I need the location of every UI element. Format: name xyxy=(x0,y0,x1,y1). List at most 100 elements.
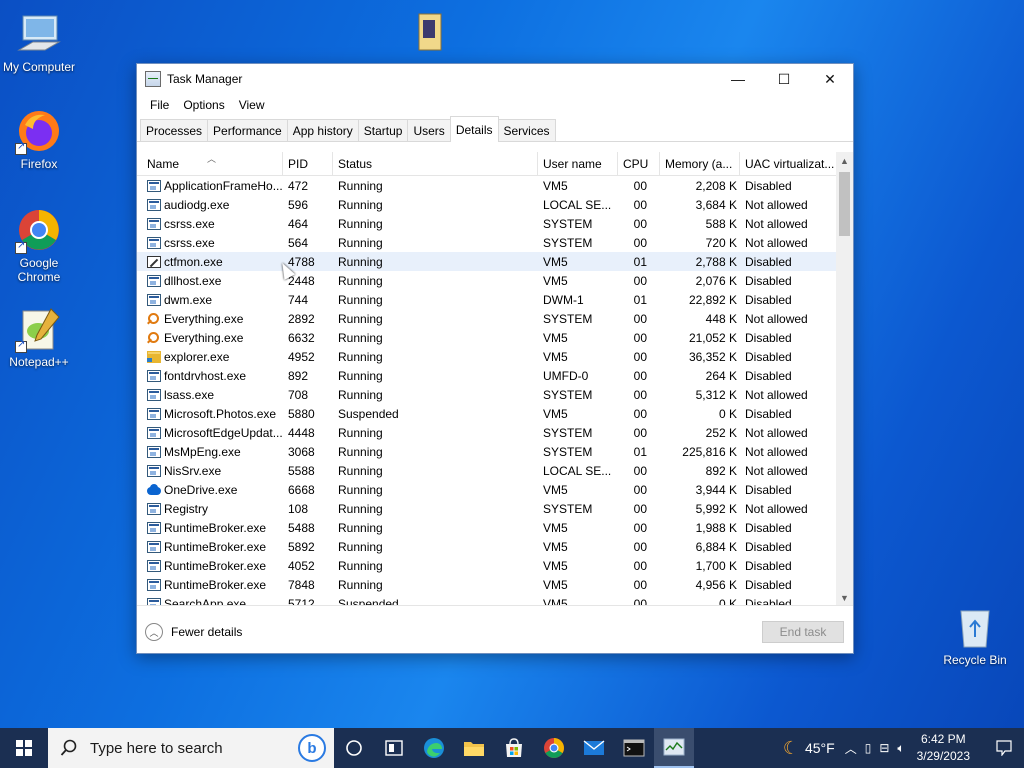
table-row[interactable]: Microsoft.Photos.exe 5880 Suspended VM5 00 0 … xyxy=(137,404,853,423)
process-cpu: 00 xyxy=(633,539,647,554)
process-uac: Not allowed xyxy=(745,501,808,516)
table-row[interactable]: RuntimeBroker.exe 5488 Running VM5 00 1,988 K… xyxy=(137,518,853,537)
moon-icon: ☾ xyxy=(782,737,799,758)
close-button[interactable]: ✕ xyxy=(807,64,853,94)
recycle-bin-icon xyxy=(951,603,999,651)
table-row[interactable]: explorer.exe 4952 Running VM5 00 36,352 K Disa… xyxy=(137,347,853,366)
process-pid: 4952 xyxy=(288,349,315,364)
process-status: Running xyxy=(338,501,383,516)
table-row[interactable]: RuntimeBroker.exe 5892 Running VM5 00 6,884 K… xyxy=(137,537,853,556)
process-memory: 892 K xyxy=(705,463,737,478)
notification-icon[interactable] xyxy=(984,728,1024,768)
process-uac: Disabled xyxy=(745,558,792,573)
menu-options[interactable]: Options xyxy=(176,98,231,112)
tablet-icon[interactable]: ▯ xyxy=(865,741,872,755)
tab-users[interactable]: Users xyxy=(407,119,451,141)
scroll-thumb[interactable] xyxy=(839,172,850,236)
tab-details[interactable]: Details xyxy=(449,116,499,142)
column-header-uac[interactable]: UAC virtualizat... xyxy=(740,152,835,175)
vertical-scrollbar[interactable]: ▲ ▼ xyxy=(836,152,853,605)
minimize-button[interactable]: — xyxy=(715,64,761,94)
bing-button[interactable]: b xyxy=(298,734,326,762)
mail-icon[interactable] xyxy=(574,728,614,768)
process-memory: 6,884 K xyxy=(695,539,737,554)
table-row[interactable]: audiodg.exe 596 Running LOCAL SE... 00 3,684 … xyxy=(137,195,853,214)
table-row[interactable]: ctfmon.exe 4788 Running VM5 01 2,788 K Disable… xyxy=(137,252,853,271)
desktop-icon-notepadpp[interactable]: Notepad++ xyxy=(1,305,77,369)
column-header-memory[interactable]: Memory (a... xyxy=(660,152,740,175)
clock[interactable]: 6:42 PM 3/29/2023 xyxy=(917,731,970,765)
widgets-icon[interactable] xyxy=(374,728,414,768)
desktop-icon-recycle-bin[interactable]: Recycle Bin xyxy=(937,603,1013,667)
desktop-icon-my-computer[interactable]: My Computer xyxy=(1,10,77,74)
process-uac: Disabled xyxy=(745,330,792,345)
file-explorer-icon[interactable] xyxy=(454,728,494,768)
tab-startup[interactable]: Startup xyxy=(357,119,409,141)
process-user: DWM-1 xyxy=(543,292,584,307)
table-row[interactable]: fontdrvhost.exe 892 Running UMFD-0 00 264 K Di… xyxy=(137,366,853,385)
tab-app-history[interactable]: App history xyxy=(286,119,359,141)
process-pid: 6668 xyxy=(288,482,315,497)
tab-services[interactable]: Services xyxy=(497,119,556,141)
store-icon[interactable] xyxy=(494,728,534,768)
chevron-up-icon[interactable]: ︿ xyxy=(845,740,857,757)
table-row[interactable]: MsMpEng.exe 3068 Running SYSTEM 01 225,816 K N… xyxy=(137,442,853,461)
table-row[interactable]: SearchApp.exe 5712 Suspended VM5 00 0 K Disabl… xyxy=(137,594,853,606)
desktop-icon-firefox[interactable]: Firefox xyxy=(1,107,77,171)
desktop-icon-file[interactable] xyxy=(391,10,467,60)
table-row[interactable]: NisSrv.exe 5588 Running LOCAL SE... 00 892 K N… xyxy=(137,461,853,480)
fewer-details-button[interactable]: ︿ Fewer details xyxy=(145,623,242,641)
edge-icon[interactable] xyxy=(414,728,454,768)
table-row[interactable]: csrss.exe 464 Running SYSTEM 00 588 K Not allo… xyxy=(137,214,853,233)
table-row[interactable]: Registry 108 Running SYSTEM 00 5,992 K Not all… xyxy=(137,499,853,518)
table-row[interactable]: ApplicationFrameHo... 472 Running VM5 00 2,20… xyxy=(137,176,853,195)
process-uac: Not allowed xyxy=(745,197,808,212)
window-icon xyxy=(147,407,161,420)
process-pid: 108 xyxy=(288,501,309,516)
process-status: Running xyxy=(338,292,383,307)
table-row[interactable]: Everything.exe 6632 Running VM5 00 21,052 K Di… xyxy=(137,328,853,347)
network-icon[interactable]: ⊟ xyxy=(879,741,889,755)
process-status: Suspended xyxy=(338,596,399,606)
table-row[interactable]: RuntimeBroker.exe 7848 Running VM5 00 4,956 K… xyxy=(137,575,853,594)
title-bar[interactable]: Task Manager — ☐ ✕ xyxy=(137,64,853,94)
tab-performance[interactable]: Performance xyxy=(207,119,288,141)
tab-processes[interactable]: Processes xyxy=(140,119,209,141)
scroll-down-icon[interactable]: ▼ xyxy=(836,589,853,605)
chrome-icon xyxy=(15,206,63,254)
menu-file[interactable]: File xyxy=(143,98,176,112)
start-button[interactable] xyxy=(0,728,48,768)
scroll-up-icon[interactable]: ▲ xyxy=(836,152,853,169)
terminal-icon[interactable] xyxy=(614,728,654,768)
process-pid: 5488 xyxy=(288,520,315,535)
process-cpu: 00 xyxy=(633,577,647,592)
table-row[interactable]: csrss.exe 564 Running SYSTEM 00 720 K Not allo… xyxy=(137,233,853,252)
process-cpu: 01 xyxy=(633,292,647,307)
table-row[interactable]: lsass.exe 708 Running SYSTEM 00 5,312 K Not al… xyxy=(137,385,853,404)
end-task-button[interactable]: End task xyxy=(762,621,844,643)
process-name: audiodg.exe xyxy=(137,195,283,214)
process-name: MsMpEng.exe xyxy=(137,442,283,461)
column-header-pid[interactable]: PID xyxy=(283,152,333,175)
volume-icon[interactable]: 🔈︎ xyxy=(897,741,904,756)
weather-widget[interactable]: ☾ 45°F xyxy=(783,738,835,759)
process-pid: 5712 xyxy=(288,596,315,606)
column-header-status[interactable]: Status xyxy=(333,152,538,175)
table-row[interactable]: Everything.exe 2892 Running SYSTEM 00 448 K No… xyxy=(137,309,853,328)
column-header-user[interactable]: User name xyxy=(538,152,618,175)
task-manager-icon[interactable] xyxy=(654,728,694,768)
table-row[interactable]: dllhost.exe 2448 Running VM5 00 2,076 K Disabl… xyxy=(137,271,853,290)
menu-view[interactable]: View xyxy=(232,98,272,112)
table-row[interactable]: OneDrive.exe 6668 Running VM5 00 3,944 K Disab… xyxy=(137,480,853,499)
process-name-label: MsMpEng.exe xyxy=(164,444,241,459)
task-view-icon[interactable] xyxy=(334,728,374,768)
chrome-icon[interactable] xyxy=(534,728,574,768)
table-row[interactable]: RuntimeBroker.exe 4052 Running VM5 00 1,700 K… xyxy=(137,556,853,575)
taskbar-search-box[interactable]: Type here to search b xyxy=(48,728,334,768)
column-header-cpu[interactable]: CPU xyxy=(618,152,660,175)
maximize-button[interactable]: ☐ xyxy=(761,64,807,94)
process-uac: Disabled xyxy=(745,292,792,307)
table-row[interactable]: dwm.exe 744 Running DWM-1 01 22,892 K Disabled xyxy=(137,290,853,309)
desktop-icon-chrome[interactable]: Google Chrome xyxy=(1,206,77,284)
table-row[interactable]: MicrosoftEdgeUpdat... 4448 Running SYSTEM 00… xyxy=(137,423,853,442)
